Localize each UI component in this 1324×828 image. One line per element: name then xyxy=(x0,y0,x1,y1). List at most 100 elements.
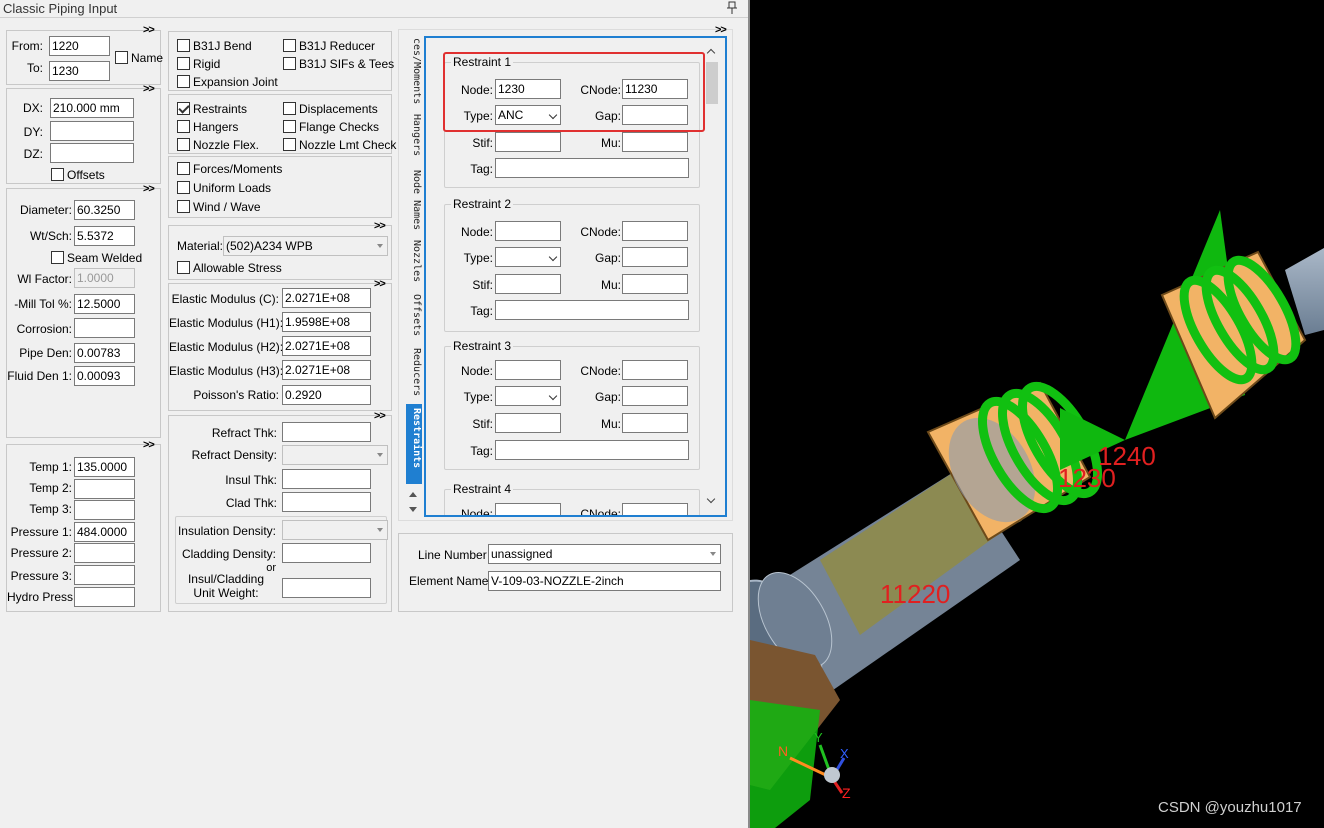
restraint-2-cnode-input[interactable] xyxy=(622,221,688,241)
restraint-4-node-input[interactable] xyxy=(495,503,561,515)
hangers-checkbox[interactable]: Hangers xyxy=(177,120,238,134)
scroll-down-icon[interactable] xyxy=(706,494,716,504)
line-number-select[interactable]: unassigned xyxy=(488,544,721,564)
expand-insulation-icon[interactable]: >> xyxy=(374,410,386,422)
restraint-3-mu-input[interactable] xyxy=(622,413,688,433)
name-checkbox[interactable]: Name xyxy=(115,51,163,65)
hydro-input[interactable] xyxy=(74,587,135,607)
restraint-2-title: Restraint 2 xyxy=(451,197,514,211)
restraints-scrollbar[interactable] xyxy=(705,46,719,510)
allowable-stress-checkbox[interactable]: Allowable Stress xyxy=(177,261,282,275)
tab-reducers[interactable]: Reducers xyxy=(406,348,422,400)
checkbox-box xyxy=(51,168,64,181)
expand-deltas-icon[interactable]: >> xyxy=(143,83,155,95)
insul-den-select[interactable] xyxy=(282,520,388,540)
seam-welded-checkbox[interactable]: Seam Welded xyxy=(51,251,142,265)
expand-elastic-icon[interactable]: >> xyxy=(374,278,386,290)
insul-thk-input[interactable] xyxy=(282,469,371,489)
clad-den-input[interactable] xyxy=(282,543,371,563)
refract-thk-input[interactable] xyxy=(282,422,371,442)
restraint-2-stif-input[interactable] xyxy=(495,274,561,294)
restraint-2-mu-input[interactable] xyxy=(622,274,688,294)
restraint-2-gap-input[interactable] xyxy=(622,247,688,267)
wtsch-input[interactable]: 5.5372 xyxy=(74,226,135,246)
restraint-1-stif-input[interactable] xyxy=(495,132,561,152)
fluidden-input[interactable]: 0.00093 xyxy=(74,366,135,386)
dy-input[interactable] xyxy=(50,121,134,141)
refract-den-select[interactable] xyxy=(282,445,388,465)
press3-input[interactable] xyxy=(74,565,135,585)
pin-icon[interactable] xyxy=(727,1,737,15)
elastic-h3-input[interactable]: 2.0271E+08 xyxy=(282,360,371,380)
restraint-2-tag-input[interactable] xyxy=(495,300,689,320)
tab-scroll-down-icon[interactable] xyxy=(409,507,417,512)
tab-offsets[interactable]: Offsets xyxy=(406,294,422,344)
expand-tabs-icon[interactable]: >> xyxy=(715,24,727,36)
displacements-checkbox[interactable]: Displacements xyxy=(283,102,378,116)
restraint-3-type-select[interactable] xyxy=(495,386,561,406)
elastic-h1-input[interactable]: 1.9598E+08 xyxy=(282,312,371,332)
corrosion-input[interactable] xyxy=(74,318,135,338)
restraints-checkbox[interactable]: Restraints xyxy=(177,102,247,116)
restraint-3-stif-input[interactable] xyxy=(495,413,561,433)
wind-wave-checkbox[interactable]: Wind / Wave xyxy=(177,200,261,214)
tab-forces-moments[interactable]: ces/Moments xyxy=(406,38,422,106)
rigid-checkbox[interactable]: Rigid xyxy=(177,57,220,71)
restraint-3-cnode-input[interactable] xyxy=(622,360,688,380)
milltol-input[interactable]: 12.5000 xyxy=(74,294,135,314)
restraint-2-type-select[interactable] xyxy=(495,247,561,267)
restraint-1-tag-input[interactable] xyxy=(495,158,689,178)
expand-nodes-icon[interactable]: >> xyxy=(143,24,155,36)
dz-input[interactable] xyxy=(50,143,134,163)
press1-input[interactable]: 484.0000 xyxy=(74,522,135,542)
expand-material-icon[interactable]: >> xyxy=(374,220,386,232)
unit-weight-input[interactable] xyxy=(282,578,371,598)
element-name-label: Element Name : xyxy=(409,574,496,588)
restraint-3-node-input[interactable] xyxy=(495,360,561,380)
expand-loads-icon[interactable]: >> xyxy=(143,439,155,451)
hydro-label: Hydro Press: xyxy=(7,590,77,604)
temp1-input[interactable]: 135.0000 xyxy=(74,457,135,477)
elastic-h2-input[interactable]: 2.0271E+08 xyxy=(282,336,371,356)
name-label: Name xyxy=(131,51,164,65)
temp3-input[interactable] xyxy=(74,500,135,520)
element-name-input[interactable]: V-109-03-NOZZLE-2inch xyxy=(488,571,721,591)
tab-restraints[interactable]: Restraints xyxy=(406,404,422,484)
nozzle-lmt-checkbox[interactable]: Nozzle Lmt Check xyxy=(283,138,396,152)
press2-input[interactable] xyxy=(74,543,135,563)
forces-moments-checkbox[interactable]: Forces/Moments xyxy=(177,162,282,176)
restraint-4-cnode-input[interactable] xyxy=(622,503,688,515)
from-input[interactable]: 1220 xyxy=(49,36,110,56)
b31j-sifs-checkbox[interactable]: B31J SIFs & Tees xyxy=(283,57,394,71)
scroll-thumb[interactable] xyxy=(706,62,718,104)
b31j-reducer-checkbox[interactable]: B31J Reducer xyxy=(283,39,375,53)
temp2-input[interactable] xyxy=(74,479,135,499)
expand-pipe-icon[interactable]: >> xyxy=(143,183,155,195)
pipeden-input[interactable]: 0.00783 xyxy=(74,343,135,363)
restraint-3-tag-input[interactable] xyxy=(495,440,689,460)
to-input[interactable]: 1230 xyxy=(49,61,110,81)
checkbox-box xyxy=(177,181,190,194)
expansion-joint-checkbox[interactable]: Expansion Joint xyxy=(177,75,278,89)
tab-nozzles[interactable]: Nozzles xyxy=(406,240,422,288)
3d-viewport[interactable]: 1240 1230 11220 N Y X Z CSDN @youzhu1017 xyxy=(750,0,1324,828)
b31j-bend-checkbox[interactable]: B31J Bend xyxy=(177,39,252,53)
from-label: From: xyxy=(11,39,43,53)
poisson-input[interactable]: 0.2920 xyxy=(282,385,371,405)
offsets-checkbox[interactable]: Offsets xyxy=(51,168,105,182)
diameter-input[interactable]: 60.3250 xyxy=(74,200,135,220)
tab-hangers[interactable]: Hangers xyxy=(406,114,422,164)
dx-input[interactable]: 210.000 mm xyxy=(50,98,134,118)
scroll-up-icon[interactable] xyxy=(706,48,716,58)
restraint-1-mu-input[interactable] xyxy=(622,132,688,152)
nozzle-flex-checkbox[interactable]: Nozzle Flex. xyxy=(177,138,259,152)
tab-node-names[interactable]: Node Names xyxy=(406,170,422,234)
restraint-3-gap-input[interactable] xyxy=(622,386,688,406)
uniform-loads-checkbox[interactable]: Uniform Loads xyxy=(177,181,271,195)
tab-scroll-up-icon[interactable] xyxy=(409,492,417,497)
material-select[interactable]: (502)A234 WPB xyxy=(223,236,388,256)
restraint-2-node-input[interactable] xyxy=(495,221,561,241)
clad-thk-input[interactable] xyxy=(282,492,371,512)
elastic-c-input[interactable]: 2.0271E+08 xyxy=(282,288,371,308)
flange-checks-checkbox[interactable]: Flange Checks xyxy=(283,120,379,134)
